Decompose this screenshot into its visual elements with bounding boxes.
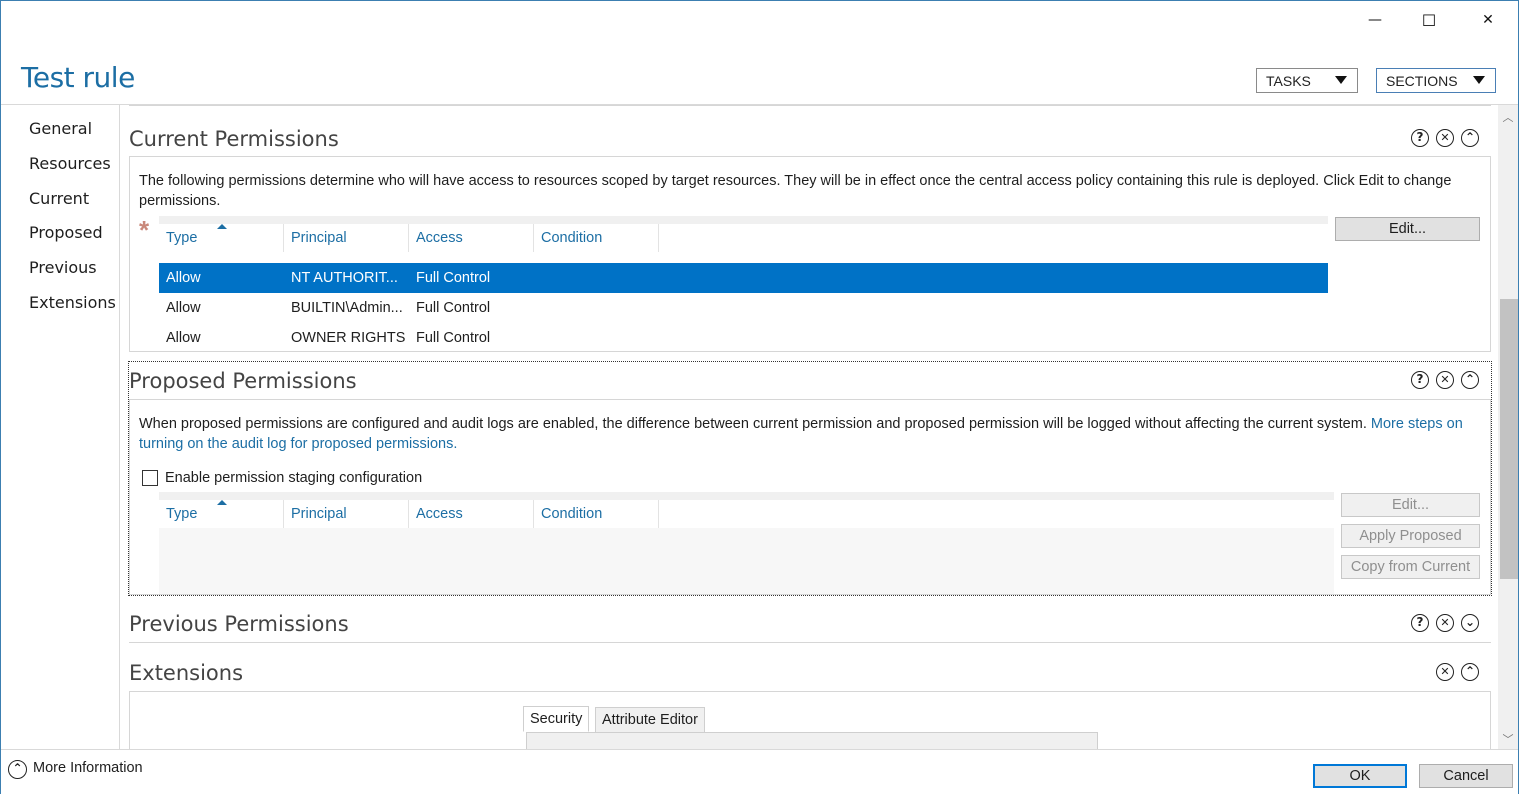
- sidebar-nav: General Resources Current Proposed Previ…: [1, 105, 120, 749]
- sidebar-item-proposed[interactable]: Proposed: [29, 223, 103, 242]
- cell-access: Full Control: [416, 300, 491, 316]
- cell-access: Full Control: [416, 270, 491, 286]
- section-divider: [129, 105, 1491, 106]
- table-row[interactable]: Allow BUILTIN\Admin... Full Control: [159, 293, 1328, 323]
- chevron-down-icon: [1473, 76, 1485, 84]
- column-header-condition[interactable]: Condition: [534, 224, 659, 252]
- scrollbar-thumb[interactable]: [1500, 299, 1518, 579]
- sidebar-item-previous[interactable]: Previous: [29, 258, 97, 277]
- close-icon[interactable]: ✕: [1436, 371, 1454, 389]
- cancel-button[interactable]: Cancel: [1419, 764, 1513, 788]
- sidebar-item-resources[interactable]: Resources: [29, 154, 111, 173]
- extension-tab-content: [526, 732, 1098, 749]
- column-header-condition[interactable]: Condition: [534, 500, 659, 528]
- column-header-access[interactable]: Access: [409, 500, 534, 528]
- required-marker: *: [139, 215, 150, 245]
- staging-checkbox[interactable]: [142, 470, 158, 486]
- title-bar: — ☐ ✕: [1, 1, 1518, 39]
- content-area: Current Permissions ? ✕ ⌃ The following …: [121, 105, 1498, 749]
- collapse-icon[interactable]: ⌃: [1461, 663, 1479, 681]
- current-permissions-title: Current Permissions: [129, 127, 339, 151]
- footer: ⌃ More Information OK Cancel: [1, 749, 1518, 794]
- cell-type: Allow: [166, 330, 201, 346]
- proposed-grid-header: Type Principal Access Condition: [159, 492, 1334, 528]
- proposed-grid-body: [159, 528, 1334, 594]
- page-title: Test rule: [21, 61, 135, 94]
- help-icon[interactable]: ?: [1411, 371, 1429, 389]
- vertical-scrollbar[interactable]: ︿ ﹀: [1498, 105, 1518, 749]
- table-row[interactable]: Allow OWNER RIGHTS Full Control: [159, 323, 1328, 353]
- sidebar-item-general[interactable]: General: [29, 119, 92, 138]
- scroll-up-icon[interactable]: ︿: [1498, 109, 1518, 127]
- proposed-permissions-title: Proposed Permissions: [129, 369, 357, 393]
- close-icon[interactable]: ✕: [1436, 129, 1454, 147]
- edit-proposed-button[interactable]: Edit...: [1341, 493, 1480, 517]
- tasks-dropdown[interactable]: TASKS: [1256, 68, 1358, 93]
- cell-principal: NT AUTHORIT...: [291, 270, 398, 286]
- collapse-icon[interactable]: ⌃: [1461, 129, 1479, 147]
- tasks-label: TASKS: [1266, 72, 1311, 89]
- previous-permissions-title: Previous Permissions: [129, 612, 349, 636]
- apply-proposed-button[interactable]: Apply Proposed: [1341, 524, 1480, 548]
- maximize-icon[interactable]: ☐: [1406, 1, 1452, 39]
- column-header-principal[interactable]: Principal: [284, 224, 409, 252]
- sort-ascending-icon: [217, 224, 227, 229]
- close-icon[interactable]: ✕: [1436, 614, 1454, 632]
- current-permissions-description: The following permissions determine who …: [139, 173, 1452, 209]
- extensions-panel: Security Attribute Editor: [129, 691, 1491, 749]
- close-icon[interactable]: ✕: [1436, 663, 1454, 681]
- column-header-principal[interactable]: Principal: [284, 500, 409, 528]
- table-row[interactable]: Allow NT AUTHORIT... Full Control: [159, 263, 1328, 293]
- more-information-icon[interactable]: ⌃: [8, 760, 27, 779]
- ok-button[interactable]: OK: [1313, 764, 1407, 788]
- sections-label: SECTIONS: [1386, 72, 1458, 89]
- current-permissions-panel: The following permissions determine who …: [129, 156, 1491, 352]
- staging-checkbox-label[interactable]: Enable permission staging configuration: [165, 468, 422, 488]
- cell-principal: OWNER RIGHTS: [291, 330, 406, 346]
- header: Test rule TASKS SECTIONS: [1, 39, 1518, 105]
- cell-access: Full Control: [416, 330, 491, 346]
- help-icon[interactable]: ?: [1411, 129, 1429, 147]
- edit-current-button[interactable]: Edit...: [1335, 217, 1480, 241]
- minimize-icon[interactable]: —: [1352, 1, 1398, 39]
- sidebar-item-current[interactable]: Current: [29, 189, 89, 208]
- cell-type: Allow: [166, 300, 201, 316]
- sort-ascending-icon: [217, 500, 227, 505]
- proposed-permissions-panel: When proposed permissions are configured…: [129, 399, 1491, 595]
- close-window-icon[interactable]: ✕: [1465, 1, 1511, 39]
- chevron-down-icon: [1335, 76, 1347, 84]
- copy-from-current-button[interactable]: Copy from Current: [1341, 555, 1480, 579]
- scroll-down-icon[interactable]: ﹀: [1498, 731, 1518, 749]
- extensions-title: Extensions: [129, 661, 244, 685]
- sidebar-item-extensions[interactable]: Extensions: [29, 293, 116, 312]
- cell-type: Allow: [166, 270, 201, 286]
- help-icon[interactable]: ?: [1411, 614, 1429, 632]
- collapse-icon[interactable]: ⌃: [1461, 371, 1479, 389]
- current-grid-header: Type Principal Access Condition: [159, 216, 1328, 252]
- dialog-window: — ☐ ✕ Test rule TASKS SECTIONS General R…: [0, 0, 1519, 794]
- tab-security[interactable]: Security: [523, 706, 590, 732]
- more-information-link[interactable]: More Information: [33, 760, 143, 776]
- sections-dropdown[interactable]: SECTIONS: [1376, 68, 1496, 93]
- section-divider: [129, 642, 1491, 643]
- column-header-access[interactable]: Access: [409, 224, 534, 252]
- cell-principal: BUILTIN\Admin...: [291, 300, 403, 316]
- tab-attribute-editor[interactable]: Attribute Editor: [595, 707, 705, 733]
- expand-icon[interactable]: ⌄: [1461, 614, 1479, 632]
- proposed-permissions-description: When proposed permissions are configured…: [139, 414, 1469, 454]
- proposed-description-text: When proposed permissions are configured…: [139, 416, 1367, 432]
